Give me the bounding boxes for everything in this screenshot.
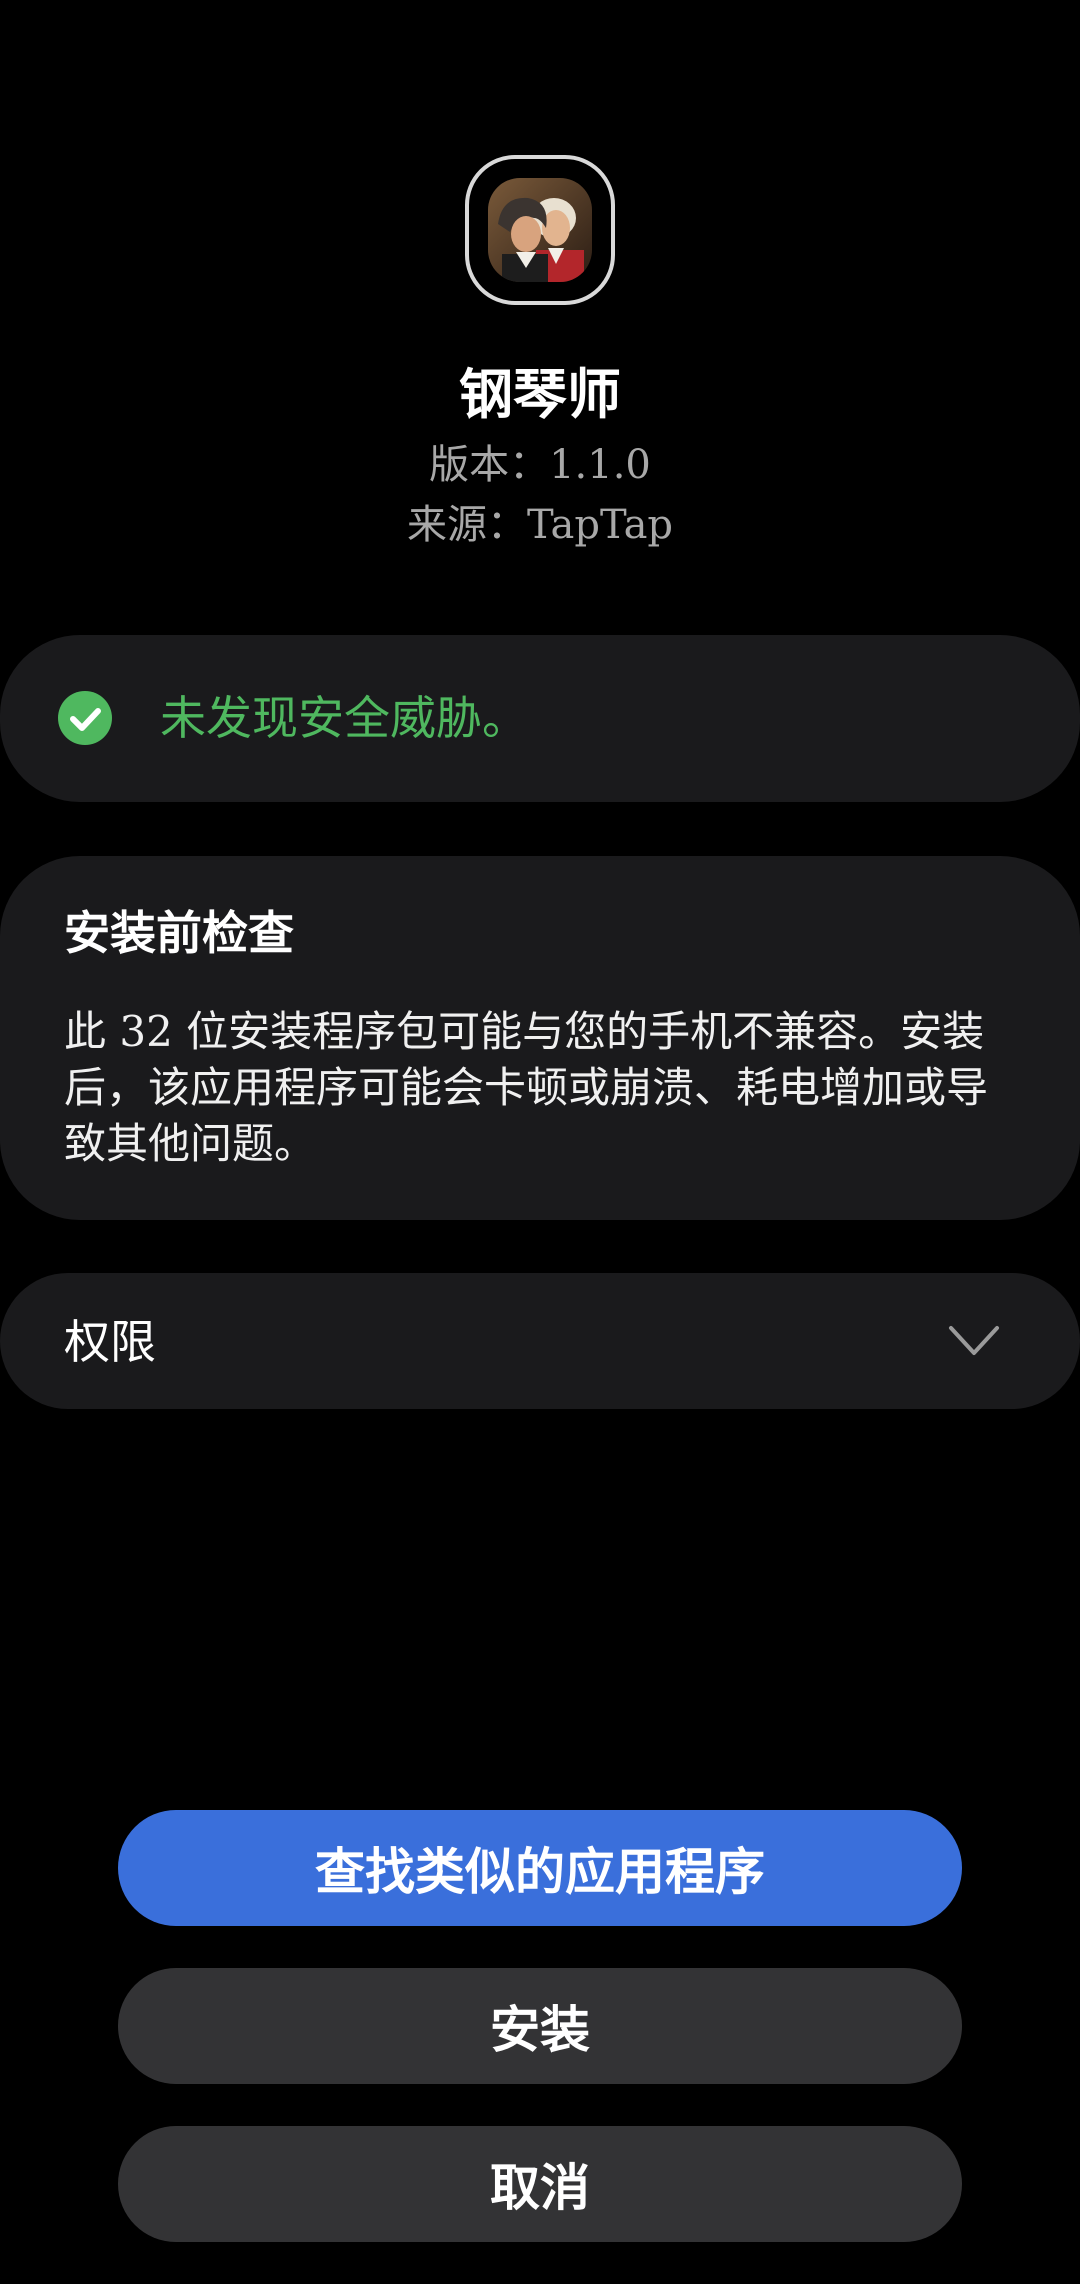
app-name: 钢琴师 (459, 362, 621, 426)
precheck-body: 此 32 位安装程序包可能与您的手机不兼容。安装后，该应用程序可能会卡顿或崩溃、… (64, 1007, 989, 1168)
precheck-title: 安装前检查 (64, 906, 294, 960)
app-source: 来源：TapTap (406, 502, 674, 548)
permissions-expander[interactable]: 权限 (0, 1273, 1080, 1409)
security-status-card: 未发现安全威胁。 (0, 635, 1080, 802)
composer-portraits-icon (488, 178, 592, 282)
cancel-button[interactable]: 取消 (118, 2126, 962, 2242)
precheck-card: 安装前检查 此 32 位安装程序包可能与您的手机不兼容。安装后，该应用程序可能会… (0, 856, 1080, 1220)
chevron-down-icon[interactable] (948, 1323, 1000, 1359)
security-message: 未发现安全威胁。 (160, 691, 528, 745)
permissions-label: 权限 (64, 1315, 156, 1369)
app-version: 版本：1.1.0 (429, 442, 651, 488)
app-icon (465, 155, 615, 305)
install-button[interactable]: 安装 (118, 1968, 962, 2084)
find-similar-apps-button[interactable]: 查找类似的应用程序 (118, 1810, 962, 1926)
check-circle-icon (58, 691, 112, 745)
